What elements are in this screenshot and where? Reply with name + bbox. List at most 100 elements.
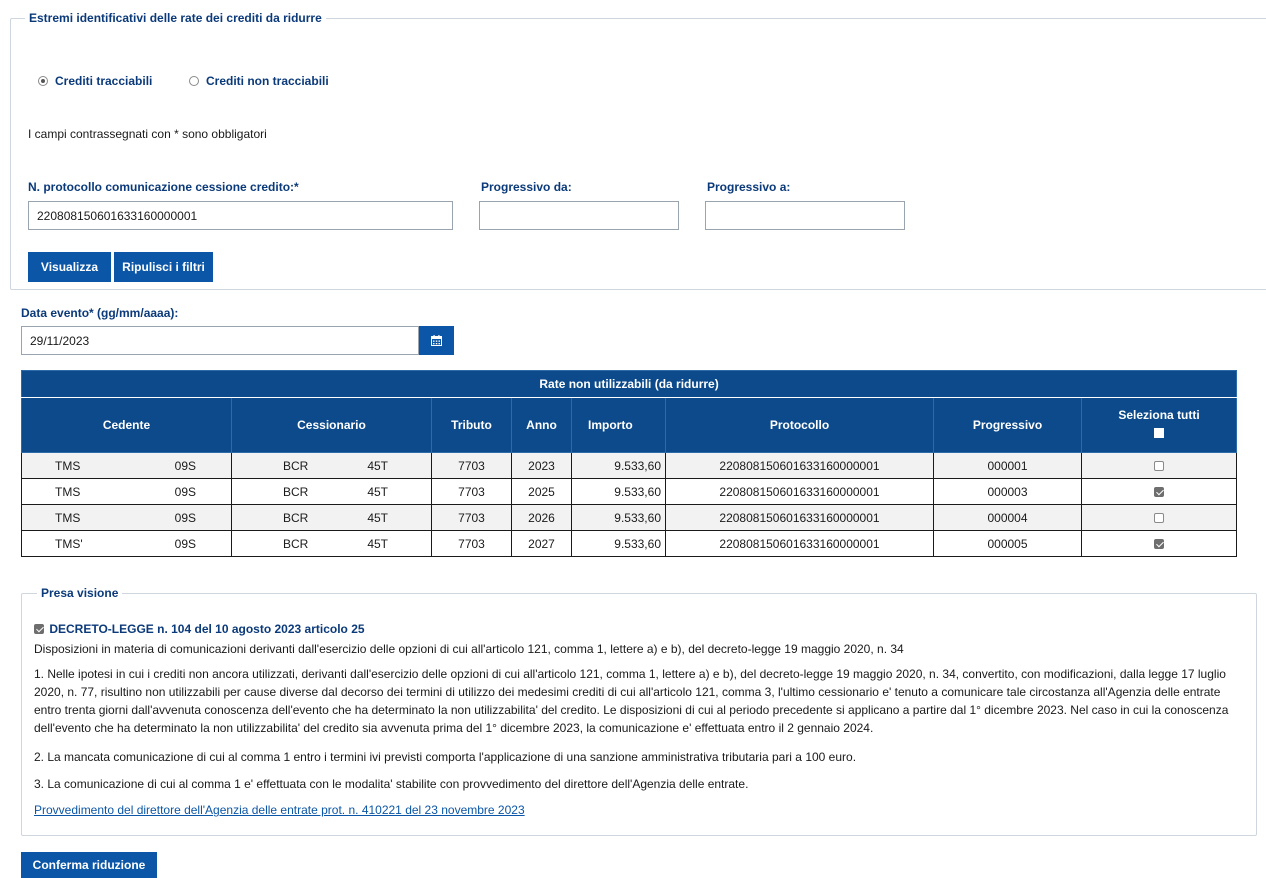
cell-anno: 2023 bbox=[511, 452, 572, 479]
cedente-part-b: 09S bbox=[174, 510, 196, 525]
filters-legend: Estremi identificativi delle rate dei cr… bbox=[25, 11, 326, 25]
comma-3: 3. La comunicazione di cui al comma 1 e'… bbox=[34, 777, 749, 791]
cell-importo: 9.533,60 bbox=[571, 504, 666, 531]
ripulisci-filtri-button[interactable]: Ripulisci i filtri bbox=[114, 252, 213, 282]
cell-cedente: TMS 09S bbox=[21, 478, 232, 505]
progressivo-da-input[interactable] bbox=[479, 201, 679, 230]
cell-anno: 2025 bbox=[511, 478, 572, 505]
cell-progressivo: 000001 bbox=[933, 452, 1082, 479]
cell-seleziona bbox=[1080, 530, 1238, 557]
cell-anno: 2026 bbox=[511, 504, 572, 531]
cell-progressivo: 000003 bbox=[933, 478, 1082, 505]
comma-1: 1. Nelle ipotesi in cui i crediti non an… bbox=[34, 667, 1229, 735]
progressivo-a-label: Progressivo a: bbox=[707, 180, 791, 194]
cedente-part-b: 09S bbox=[174, 458, 196, 473]
table-row: TMS 09S BCR 45T 7703 2025 9.533,60 2208081… bbox=[21, 478, 1238, 505]
cell-cessionario: BCR 45T bbox=[231, 504, 432, 531]
visualizza-button[interactable]: Visualizza bbox=[28, 252, 111, 282]
row-checkbox[interactable] bbox=[1154, 513, 1165, 524]
cell-cedente: TMS 09S bbox=[21, 504, 232, 531]
cell-cedente: TMS 09S bbox=[21, 452, 232, 479]
cell-seleziona bbox=[1080, 452, 1238, 479]
table-title: Rate non utilizzabili (da ridurre) bbox=[20, 370, 1238, 398]
col-tributo: Tributo bbox=[431, 397, 512, 453]
radio-unchecked-icon bbox=[189, 76, 199, 86]
data-evento-input[interactable] bbox=[21, 326, 419, 355]
cell-protocollo: 220808150601633160000001 bbox=[665, 504, 934, 531]
cell-cessionario: BCR 45T bbox=[231, 530, 432, 557]
cedente-part-a: TMS bbox=[55, 510, 81, 525]
cedente-part-b: 09S bbox=[174, 536, 196, 551]
cell-progressivo: 000005 bbox=[933, 530, 1082, 557]
cessionario-part-a: BCR bbox=[283, 458, 309, 473]
cell-protocollo: 220808150601633160000001 bbox=[665, 452, 934, 479]
cell-tributo: 7703 bbox=[431, 478, 512, 505]
col-progressivo: Progressivo bbox=[933, 397, 1082, 453]
cell-seleziona bbox=[1080, 504, 1238, 531]
cell-tributo: 7703 bbox=[431, 504, 512, 531]
cell-cessionario: BCR 45T bbox=[231, 452, 432, 479]
cell-cessionario: BCR 45T bbox=[231, 478, 432, 505]
table-body: TMS 09S BCR 45T 7703 2023 9.533,60 2208081… bbox=[21, 452, 1238, 557]
calendar-button[interactable] bbox=[419, 326, 454, 355]
cell-progressivo: 000004 bbox=[933, 504, 1082, 531]
cedente-part-a: TMS bbox=[55, 484, 81, 499]
rate-table: Rate non utilizzabili (da ridurre) Ceden… bbox=[20, 370, 1238, 557]
row-checkbox[interactable] bbox=[1154, 487, 1165, 498]
seleziona-tutti-label: Seleziona tutti bbox=[1118, 408, 1200, 422]
cedente-part-a: TMS bbox=[55, 458, 81, 473]
comma-2: 2. La mancata comunicazione di cui al co… bbox=[34, 750, 857, 764]
decreto-checkbox-row[interactable]: DECRETO-LEGGE n. 104 del 10 agosto 2023 … bbox=[34, 622, 365, 636]
cell-anno: 2027 bbox=[511, 530, 572, 557]
progressivo-a-input[interactable] bbox=[705, 201, 905, 230]
cell-importo: 9.533,60 bbox=[571, 452, 666, 479]
row-checkbox[interactable] bbox=[1154, 461, 1165, 472]
cell-importo: 9.533,60 bbox=[571, 530, 666, 557]
cessionario-part-b: 45T bbox=[367, 484, 388, 499]
cell-cedente: TMS' 09S bbox=[21, 530, 232, 557]
cedente-part-b: 09S bbox=[174, 484, 196, 499]
row-checkbox[interactable] bbox=[1154, 539, 1165, 550]
radio-checked-icon bbox=[38, 76, 48, 86]
filters-fieldset: Estremi identificativi delle rate dei cr… bbox=[10, 11, 1266, 290]
radio-crediti-tracciabili[interactable]: Crediti tracciabili bbox=[38, 74, 152, 88]
provvedimento-link[interactable]: Provvedimento del direttore dell'Agenzia… bbox=[34, 803, 525, 817]
protocollo-input[interactable] bbox=[28, 201, 453, 230]
calendar-icon bbox=[431, 335, 442, 346]
cessionario-part-b: 45T bbox=[367, 510, 388, 525]
cell-tributo: 7703 bbox=[431, 452, 512, 479]
cell-protocollo: 220808150601633160000001 bbox=[665, 478, 934, 505]
cessionario-part-a: BCR bbox=[283, 484, 309, 499]
conferma-riduzione-button[interactable]: Conferma riduzione bbox=[21, 852, 157, 878]
table-row: TMS' 09S BCR 45T 7703 2027 9.533,60 220808… bbox=[21, 530, 1238, 557]
cell-tributo: 7703 bbox=[431, 530, 512, 557]
radio-non-tracciabili-label: Crediti non tracciabili bbox=[206, 74, 329, 88]
cessionario-part-a: BCR bbox=[283, 536, 309, 551]
cell-seleziona bbox=[1080, 478, 1238, 505]
cedente-part-a: TMS' bbox=[55, 536, 83, 551]
required-fields-note: I campi contrassegnati con * sono obblig… bbox=[28, 127, 267, 141]
col-anno: Anno bbox=[511, 397, 572, 453]
radio-tracciabili-label: Crediti tracciabili bbox=[55, 74, 153, 88]
cell-importo: 9.533,60 bbox=[571, 478, 666, 505]
protocollo-label: N. protocollo comunicazione cessione cre… bbox=[28, 180, 299, 194]
table-row: TMS 09S BCR 45T 7703 2023 9.533,60 2208081… bbox=[21, 452, 1238, 479]
presa-visione-fieldset: Presa visione DECRETO-LEGGE n. 104 del 1… bbox=[21, 586, 1257, 836]
progressivo-da-label: Progressivo da: bbox=[481, 180, 572, 194]
cessionario-part-a: BCR bbox=[283, 510, 309, 525]
decreto-checkbox[interactable] bbox=[34, 624, 44, 634]
col-importo: Importo bbox=[571, 397, 666, 453]
presa-visione-legend: Presa visione bbox=[37, 586, 123, 600]
radio-crediti-non-tracciabili[interactable]: Crediti non tracciabili bbox=[189, 74, 329, 88]
cessionario-part-b: 45T bbox=[367, 458, 388, 473]
cell-protocollo: 220808150601633160000001 bbox=[665, 530, 934, 557]
col-cessionario: Cessionario bbox=[231, 397, 432, 453]
data-evento-label: Data evento* (gg/mm/aaaa): bbox=[21, 306, 179, 320]
cessionario-part-b: 45T bbox=[367, 536, 388, 551]
table-row: TMS 09S BCR 45T 7703 2026 9.533,60 2208081… bbox=[21, 504, 1238, 531]
col-cedente: Cedente bbox=[21, 397, 232, 453]
col-protocollo: Protocollo bbox=[665, 397, 934, 453]
col-seleziona-tutti: Seleziona tutti bbox=[1080, 397, 1238, 453]
decreto-title: DECRETO-LEGGE n. 104 del 10 agosto 2023 … bbox=[49, 622, 365, 636]
select-all-checkbox[interactable] bbox=[1154, 428, 1165, 438]
